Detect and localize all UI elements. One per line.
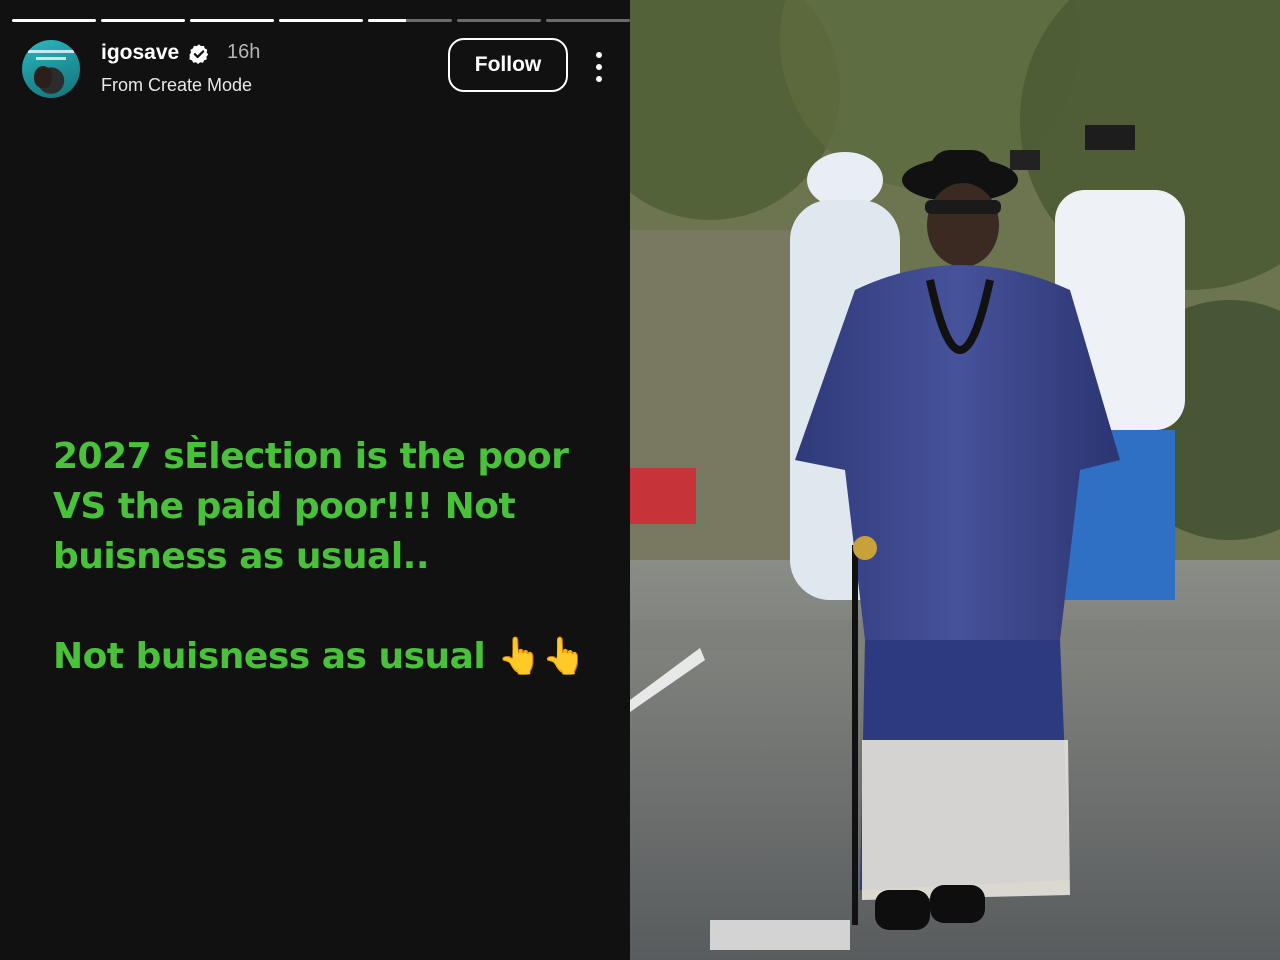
follow-button[interactable]: Follow bbox=[448, 38, 568, 92]
story-photo bbox=[630, 0, 1280, 960]
story-text-line: buisness as usual.. bbox=[53, 536, 430, 577]
story-text-line: VS the paid poor!!! Not bbox=[53, 486, 516, 527]
verified-badge-icon bbox=[189, 44, 209, 64]
story-progress-segment bbox=[546, 19, 630, 22]
story-progress-segment bbox=[279, 19, 363, 22]
photo-illustration bbox=[630, 0, 1280, 960]
story-panel: igosave 16h From Create Mode Follow 2027… bbox=[0, 0, 630, 960]
story-progress-segment bbox=[12, 19, 96, 22]
story-progress-bar bbox=[12, 19, 630, 22]
story-progress-segment bbox=[190, 19, 274, 22]
story-subtitle: From Create Mode bbox=[101, 75, 253, 95]
story-text-line: Not buisness as usual 👆👆 bbox=[53, 636, 586, 677]
avatar[interactable] bbox=[22, 40, 80, 98]
timestamp: 16h bbox=[227, 41, 261, 63]
username[interactable]: igosave bbox=[101, 41, 179, 65]
more-options-icon[interactable] bbox=[588, 50, 610, 84]
story-progress-segment bbox=[457, 19, 541, 22]
story-text: 2027 sÈlection is the poor VS the paid p… bbox=[53, 432, 623, 682]
story-progress-segment bbox=[368, 19, 452, 22]
story-text-line: 2027 sÈlection is the poor bbox=[53, 436, 569, 477]
story-progress-segment bbox=[101, 19, 185, 22]
